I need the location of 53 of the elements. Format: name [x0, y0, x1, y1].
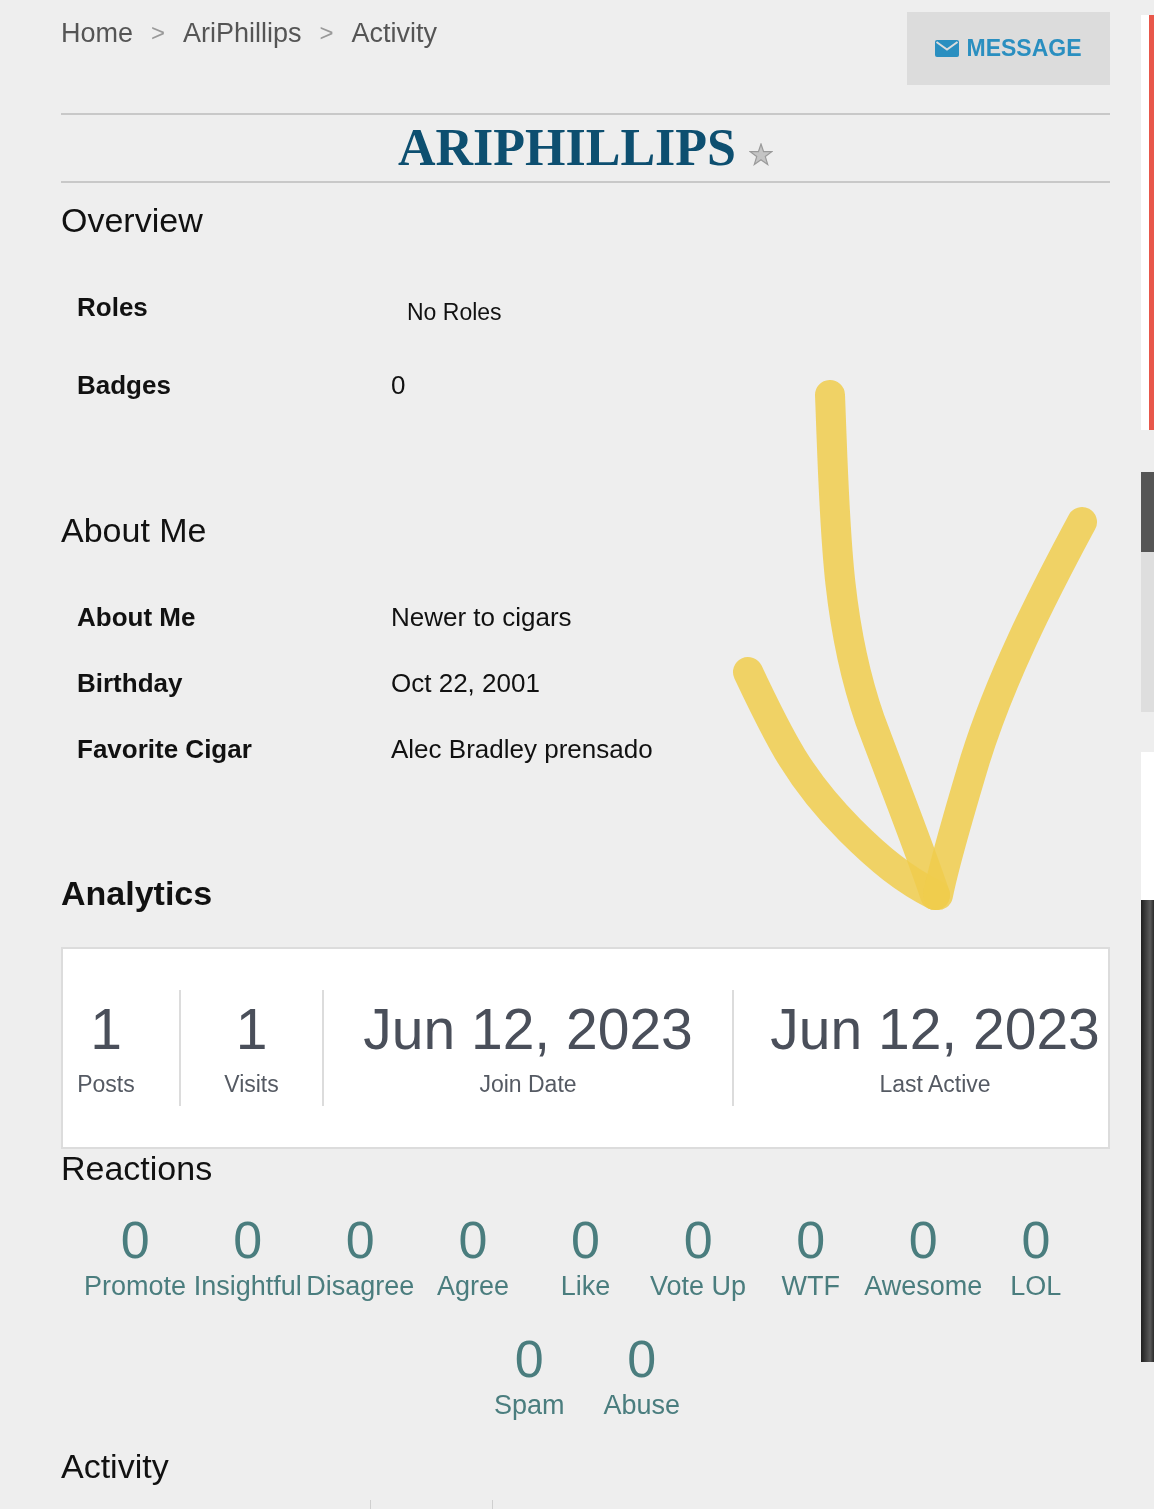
breadcrumb-separator: >	[151, 18, 166, 48]
section-heading: Analytics	[61, 873, 213, 913]
field-value: Newer to cigars	[391, 601, 572, 633]
field-label: Badges	[77, 369, 171, 401]
stat-label: Posts	[77, 1070, 135, 1099]
reaction-count: 0	[514, 1329, 544, 1389]
reaction-count: 0	[571, 1210, 600, 1270]
field-label: Birthday	[77, 667, 183, 699]
section-heading: About Me	[61, 510, 207, 550]
stat-value: Jun 12, 2023	[363, 997, 693, 1061]
breadcrumb-separator: >	[319, 18, 334, 48]
reaction-label: Promote	[84, 1270, 187, 1302]
stat-label: Join Date	[479, 1070, 577, 1099]
field-value: No Roles	[407, 298, 502, 326]
reaction-label: Like	[560, 1270, 611, 1302]
envelope-icon	[935, 40, 960, 57]
reaction-count: 0	[458, 1210, 488, 1270]
reaction-label: Insightful	[193, 1270, 302, 1302]
field-value: Alec Bradley prensado	[391, 733, 653, 765]
reaction-count: 0	[1021, 1210, 1051, 1270]
reaction-label: Disagree	[306, 1270, 415, 1302]
star-icon	[749, 142, 774, 166]
field-label: Favorite Cigar	[77, 733, 252, 765]
field-label: Roles	[77, 291, 148, 323]
field-value: Oct 22, 2001	[391, 667, 540, 699]
reaction-count: 0	[627, 1329, 657, 1389]
stat-value: Jun 12, 2023	[770, 997, 1100, 1061]
reaction-label: Agree	[436, 1270, 509, 1302]
breadcrumb-link[interactable]: AriPhillips	[183, 17, 302, 49]
reaction-label: Vote Up	[650, 1270, 747, 1302]
reaction-label: Awesome	[864, 1270, 983, 1302]
field-label: About Me	[77, 601, 196, 633]
stat-value: 1	[235, 997, 268, 1061]
reaction-count: 0	[345, 1210, 375, 1270]
reaction-label: Abuse	[603, 1389, 681, 1421]
stat-value: 1	[90, 997, 122, 1061]
reaction-label: LOL	[1010, 1270, 1062, 1302]
reaction-count: 0	[796, 1210, 826, 1270]
reaction-count: 0	[233, 1210, 263, 1270]
reaction-count: 0	[120, 1210, 150, 1270]
field-value: 0	[391, 369, 406, 401]
section-heading: Overview	[61, 200, 203, 240]
section-heading: Reactions	[61, 1149, 213, 1187]
breadcrumb-link[interactable]: Activity	[351, 17, 438, 49]
reaction-count: 0	[683, 1210, 713, 1270]
breadcrumb-link[interactable]: Home	[61, 17, 134, 49]
stat-label: Visits	[224, 1070, 279, 1099]
reaction-label: WTF	[781, 1270, 840, 1302]
reaction-count: 0	[908, 1210, 938, 1270]
stat-label: Last Active	[879, 1070, 991, 1099]
section-heading: Activity	[61, 1446, 169, 1486]
username-title: ARIPHILLIPS	[397, 118, 737, 178]
reaction-label: Spam	[493, 1389, 565, 1421]
